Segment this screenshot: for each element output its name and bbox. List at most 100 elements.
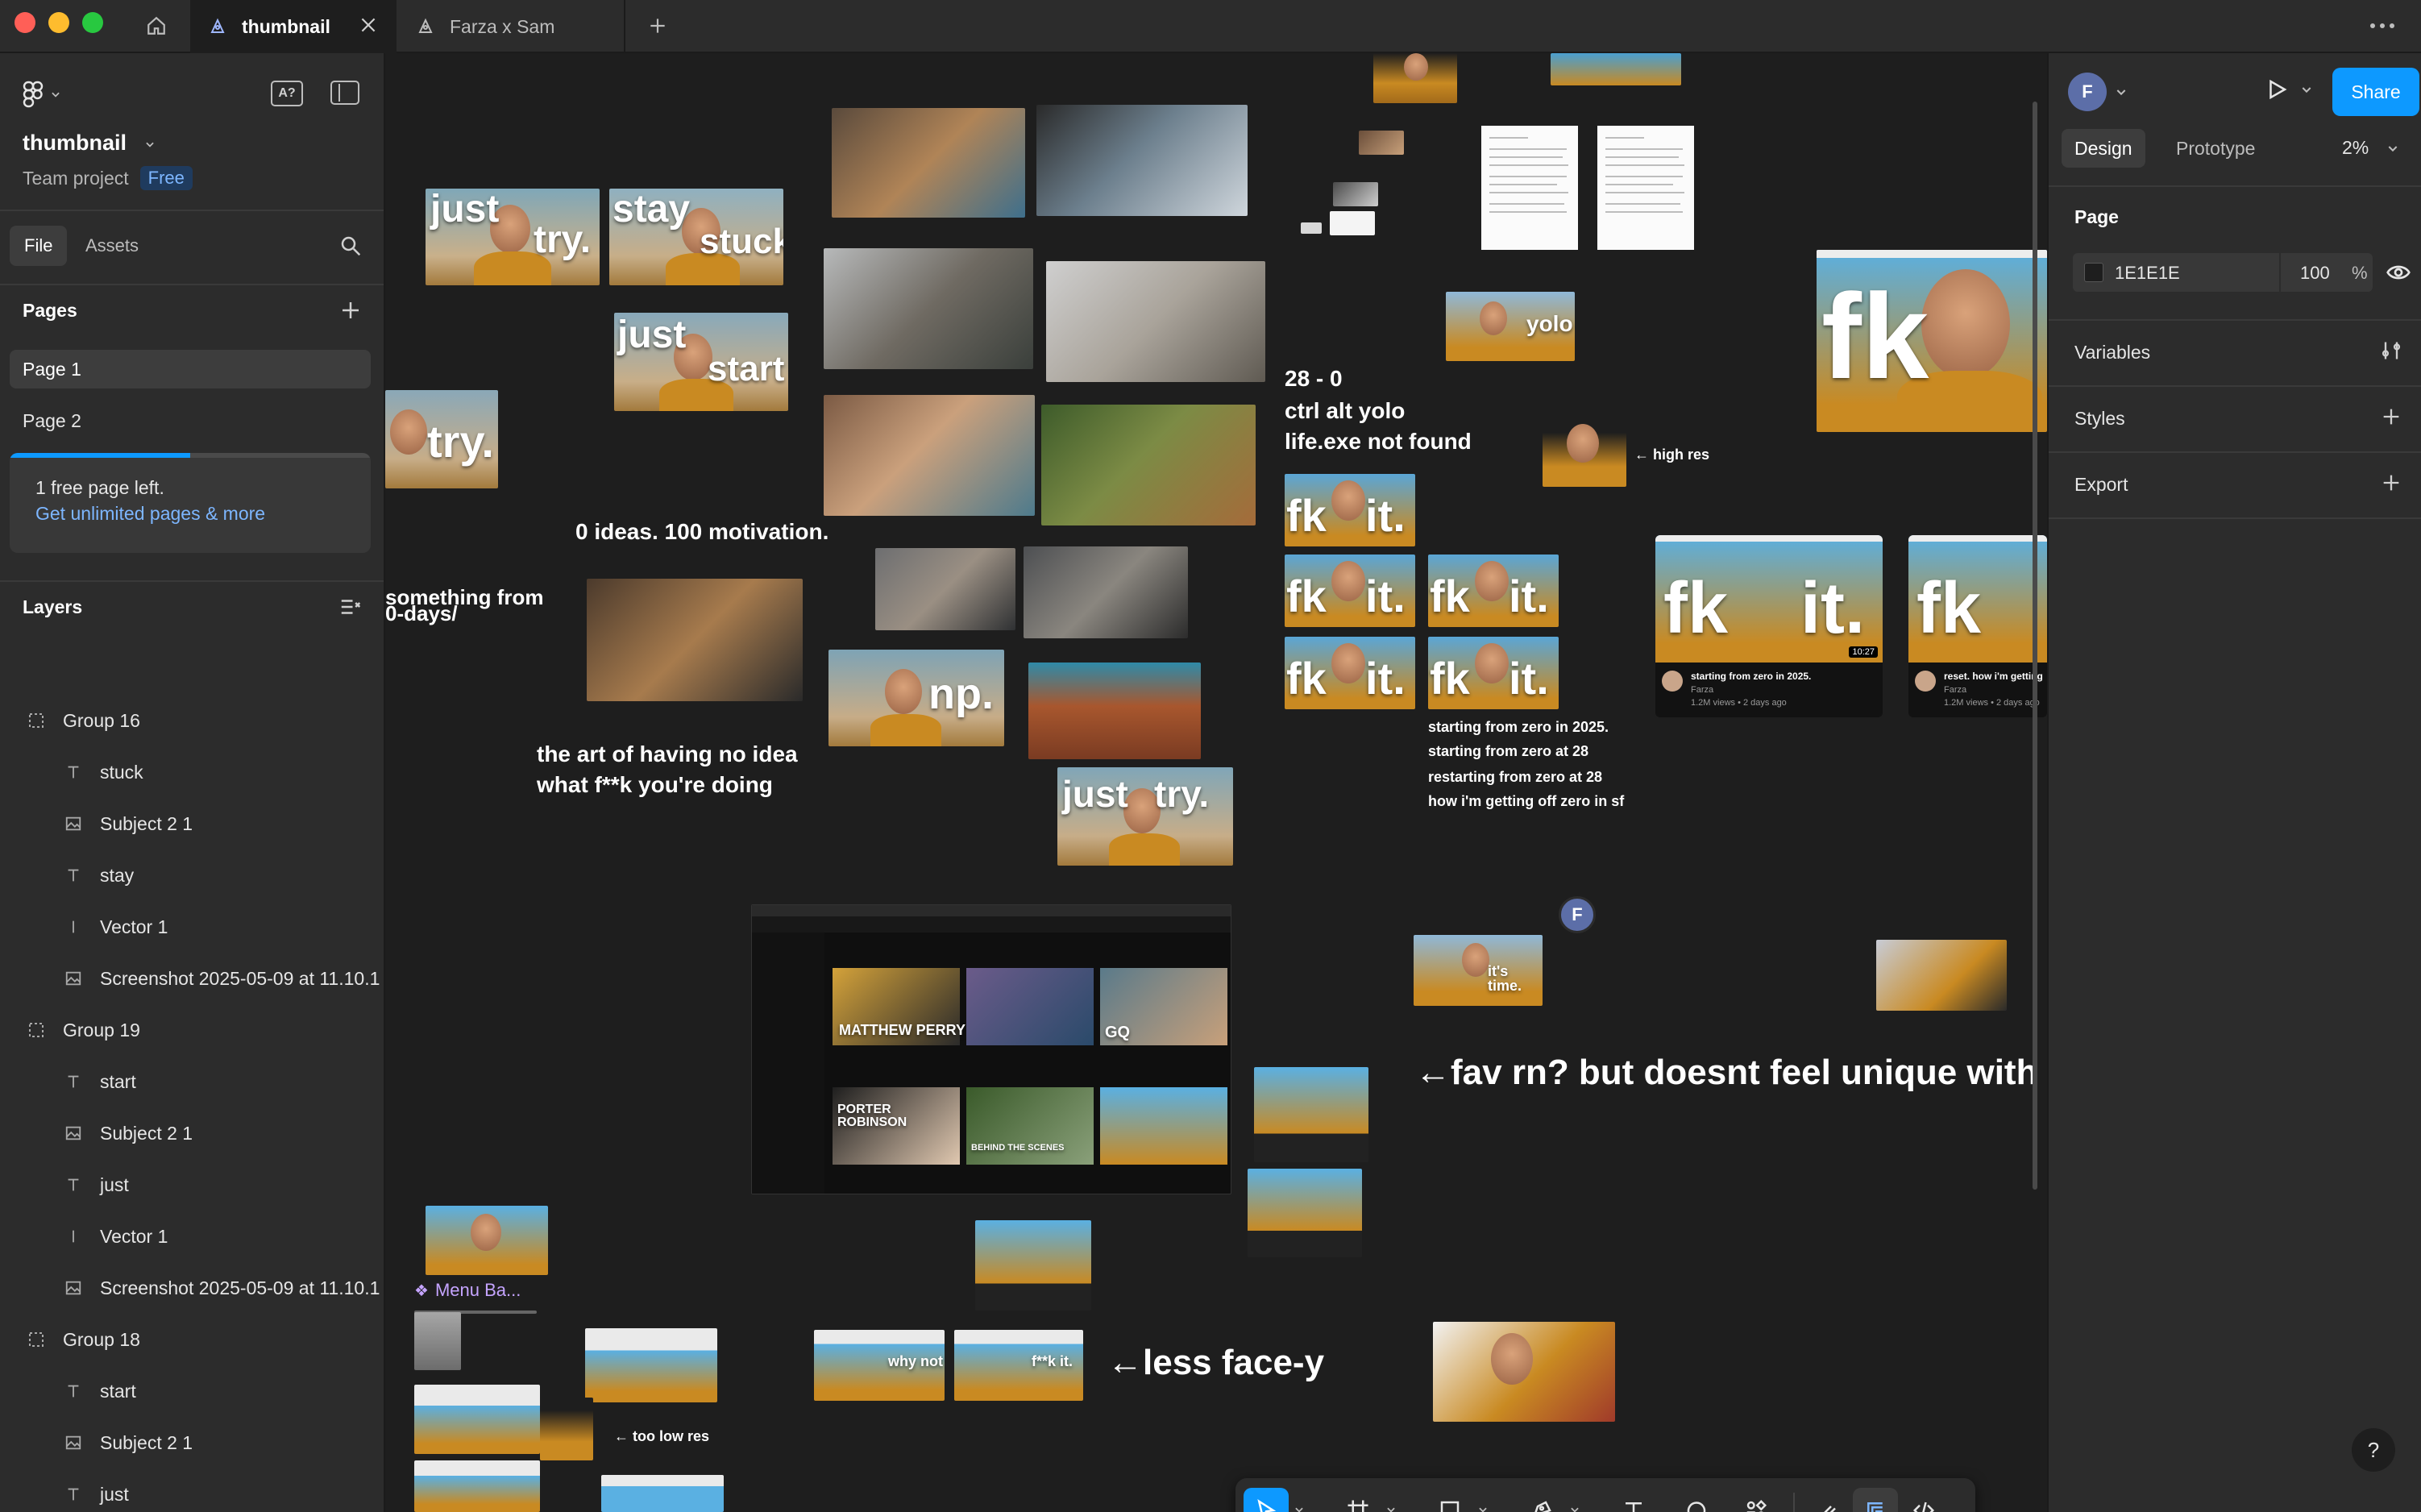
thumbnail-np[interactable]: np. [828, 650, 1004, 746]
pen-tool-menu[interactable] [1568, 1502, 1582, 1512]
photo-thumbnail[interactable] [1248, 1169, 1362, 1257]
pen-tool-button[interactable] [1519, 1488, 1564, 1512]
photo-thumbnail[interactable] [414, 1385, 540, 1454]
layer-row[interactable]: Subject 2 1 [0, 798, 384, 849]
photo-thumbnail[interactable] [585, 1328, 717, 1402]
home-button[interactable] [139, 8, 174, 44]
tab-farza-x-sam[interactable]: Farza x Sam [398, 0, 625, 53]
photo-thumbnail[interactable] [1330, 211, 1375, 235]
tab-thumbnail[interactable]: thumbnail [190, 0, 397, 53]
note-starting-2[interactable]: restarting from zero at 28 [1428, 769, 1602, 786]
thumbnail-its-time[interactable]: it's time. [1414, 935, 1543, 1006]
photo-thumbnail[interactable] [1433, 1322, 1615, 1422]
page-opacity-value[interactable]: 100 [2300, 263, 2330, 284]
shape-tool-menu[interactable] [1476, 1502, 1490, 1512]
text-tool-button[interactable] [1611, 1488, 1656, 1512]
search-button[interactable] [338, 234, 363, 262]
photo-thumbnail[interactable] [1254, 1067, 1368, 1162]
thumbnail-fk-it[interactable]: fk it. [1285, 637, 1415, 709]
photo-thumbnail[interactable] [587, 579, 803, 701]
layer-row[interactable]: Vector 1 [0, 1211, 384, 1262]
photo-thumbnail[interactable] [1551, 53, 1681, 85]
photo-thumbnail[interactable] [414, 1460, 540, 1512]
photo-thumbnail[interactable] [1028, 663, 1201, 759]
layer-row[interactable]: Screenshot 2025-05-09 at 11.10.1 [0, 1262, 384, 1314]
photo-thumbnail[interactable] [1046, 261, 1265, 382]
canvas[interactable]: just try. stay stuck just start try. np.… [385, 53, 2047, 1512]
photo-thumbnail[interactable] [1543, 419, 1626, 487]
layer-row[interactable]: start [0, 1056, 384, 1107]
draw-mode-button[interactable] [1804, 1488, 1850, 1512]
file-name[interactable]: thumbnail [23, 131, 156, 156]
page-item-page-1[interactable]: Page 1 [10, 350, 371, 388]
variables-title[interactable]: Variables [2074, 342, 2150, 363]
thumbnail-fk-it[interactable]: fk it. [1285, 474, 1415, 546]
note-high-res[interactable]: ← high res [1634, 447, 1709, 463]
share-button[interactable]: Share [2332, 68, 2419, 116]
note-lifeexe[interactable]: life.exe not found [1285, 429, 1472, 455]
youtube-card[interactable]: fk reset. how i'm getting Farza 1.2M vie… [1908, 535, 2047, 717]
thumbnail-fk-it[interactable]: fk it. [1285, 555, 1415, 627]
layer-row[interactable]: stuck [0, 746, 384, 798]
add-style-button[interactable] [2379, 405, 2403, 429]
layer-row[interactable]: Group 18 [0, 1314, 384, 1365]
maximize-window-button[interactable] [82, 12, 103, 33]
photo-thumbnail[interactable] [1333, 182, 1378, 206]
photo-thumbnail[interactable] [824, 395, 1035, 516]
photo-thumbnail[interactable] [1041, 405, 1256, 525]
layer-row[interactable]: Group 19 [0, 1004, 384, 1056]
layer-row[interactable]: just [0, 1468, 384, 1512]
variables-settings-button[interactable] [2379, 339, 2403, 363]
tab-prototype[interactable]: Prototype [2163, 129, 2268, 168]
thumbnail-try-partial[interactable]: try. [385, 390, 498, 488]
dev-mode-button[interactable] [1901, 1488, 1946, 1512]
present-button[interactable] [2265, 77, 2313, 102]
layer-row[interactable]: start [0, 1365, 384, 1417]
note-less-facey[interactable]: ←less face-y [1107, 1343, 1324, 1383]
tab-file[interactable]: File [10, 226, 68, 266]
thumbnail-fk-large[interactable]: fk [1817, 250, 2047, 432]
thumbnail-just-try[interactable]: just try. [426, 189, 600, 285]
close-window-button[interactable] [15, 12, 35, 33]
user-avatar-button[interactable]: F [2068, 73, 2128, 111]
photo-thumbnail[interactable] [1024, 546, 1188, 638]
toggle-sidebar-button[interactable] [330, 81, 359, 105]
page-color-value[interactable]: 1E1E1E [2115, 263, 2180, 284]
photo-thumbnail[interactable] [875, 548, 1015, 630]
note-art-line-2[interactable]: what f**k you're doing [537, 772, 773, 798]
thumbnail-just-try-2[interactable]: just try. [1057, 767, 1233, 866]
toggle-visibility-button[interactable] [2386, 260, 2411, 289]
thumbnail-fk-it[interactable]: fk it. [1428, 637, 1559, 709]
note-ideas[interactable]: 0 ideas. 100 motivation. [575, 519, 828, 545]
photo-thumbnail[interactable] [1373, 53, 1457, 103]
thumbnail-why-not[interactable]: why not [814, 1330, 945, 1401]
font-settings-button[interactable]: A? [271, 81, 303, 106]
note-art-line-1[interactable]: the art of having no idea [537, 741, 798, 767]
layer-row[interactable]: Screenshot 2025-05-09 at 11.10.1 [0, 953, 384, 1004]
note-ctrl[interactable]: ctrl alt yolo [1285, 398, 1405, 424]
move-tool-menu[interactable] [1292, 1502, 1306, 1512]
note-fav[interactable]: ←fav rn? but doesnt feel unique with t [1415, 1053, 2047, 1093]
move-tool-button[interactable] [1244, 1488, 1289, 1512]
close-tab-icon[interactable] [358, 15, 379, 40]
photo-thumbnail[interactable] [824, 248, 1033, 369]
photo-thumbnail[interactable] [832, 108, 1025, 218]
tab-assets[interactable]: Assets [71, 226, 153, 266]
plan-badge[interactable]: Free [139, 166, 193, 190]
photo-thumbnail[interactable] [414, 1312, 461, 1370]
note-zero-days[interactable]: 0-days/ [385, 601, 458, 626]
tab-design[interactable]: Design [2062, 129, 2145, 168]
color-swatch[interactable] [2084, 263, 2103, 282]
frame-tool-button[interactable] [1335, 1488, 1381, 1512]
thumbnail-yolo[interactable]: yolo [1446, 292, 1575, 361]
document-page[interactable] [1597, 126, 1694, 250]
frame-tool-menu[interactable] [1384, 1502, 1398, 1512]
zoom-dropdown[interactable]: 2% [2342, 137, 2399, 159]
youtube-card[interactable]: fk it. 10:27 starting from zero in 2025.… [1655, 535, 1883, 717]
layer-row[interactable]: Subject 2 1 [0, 1417, 384, 1468]
note-too-low-res[interactable]: ← too low res [614, 1428, 709, 1445]
actions-tool-button[interactable] [1734, 1488, 1779, 1512]
note-score[interactable]: 28 - 0 [1285, 366, 1343, 392]
main-menu-button[interactable] [23, 81, 61, 108]
photo-thumbnail[interactable] [1359, 131, 1404, 155]
